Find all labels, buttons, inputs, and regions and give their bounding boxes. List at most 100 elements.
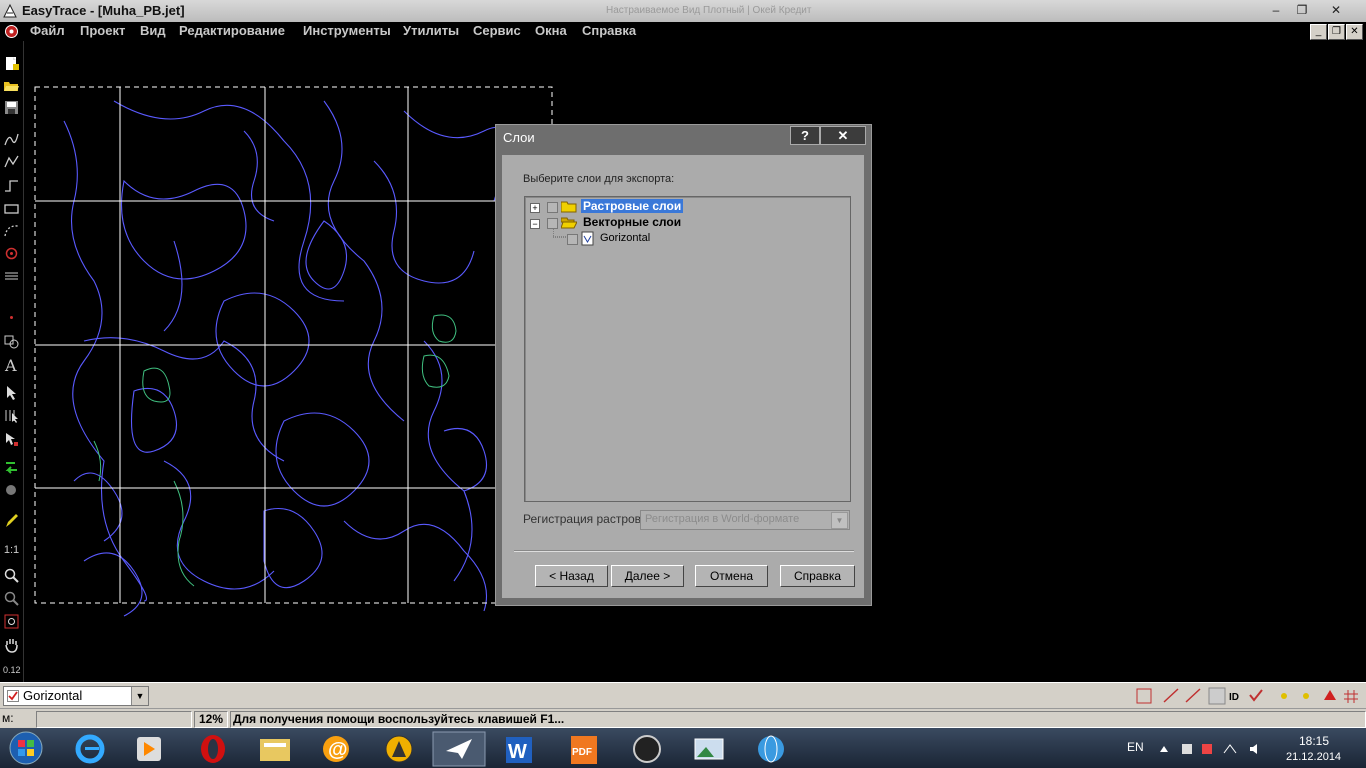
circle-app-icon[interactable]	[620, 731, 674, 767]
tray-time[interactable]: 18:15	[1299, 734, 1329, 748]
minimize-button[interactable]: –	[1263, 1, 1289, 19]
tree-item-raster[interactable]: + Растровые слои	[525, 199, 845, 215]
disabled-tool-icon[interactable]	[3, 482, 20, 499]
media-player-icon[interactable]	[121, 731, 175, 767]
select-arrow-icon[interactable]	[3, 384, 20, 401]
mdi-minimize-button[interactable]: _	[1310, 24, 1327, 40]
dialog-client: Выберите слои для экспорта: + Растровые …	[502, 155, 864, 598]
snap-tools-strip[interactable]: ID	[1134, 686, 1364, 706]
window-titlebar: EasyTrace - [Muha_PB.jet] Настраиваемое …	[0, 0, 1366, 23]
svg-text:W: W	[508, 741, 527, 763]
zoom-out-icon[interactable]	[3, 590, 20, 607]
new-file-icon[interactable]	[3, 55, 20, 72]
dialog-separator	[514, 550, 854, 552]
text-tool-icon[interactable]: A	[3, 356, 20, 373]
chevron-down-icon[interactable]: ▼	[131, 687, 148, 705]
checkbox[interactable]	[547, 202, 558, 213]
opera-icon[interactable]	[186, 731, 240, 767]
dotted-curve-tool-icon[interactable]	[3, 222, 20, 239]
pdf-icon[interactable]: PDF	[557, 731, 611, 767]
chevron-down-icon[interactable]: ▼	[831, 512, 848, 529]
tree-item-label: Векторные слои	[583, 215, 682, 229]
snap-tool-icons: ID	[1136, 687, 1358, 705]
hatch-tool-icon[interactable]	[3, 268, 20, 285]
zoom-icon[interactable]	[3, 567, 20, 584]
close-button[interactable]: ✕	[1323, 1, 1349, 19]
open-folder-icon	[561, 217, 577, 229]
mail-agent-icon[interactable]: @	[309, 731, 363, 767]
expand-toggle[interactable]: +	[530, 203, 540, 213]
undo-arrow-icon[interactable]	[3, 458, 20, 475]
tree-item-label: Gorizontal	[600, 232, 651, 244]
checkbox[interactable]	[567, 234, 578, 245]
menu-tools[interactable]: Инструменты	[303, 23, 391, 38]
current-layer-select[interactable]: Gorizontal ▼	[3, 686, 149, 706]
explorer-folder-icon[interactable]	[248, 731, 302, 767]
pencil-icon[interactable]	[3, 512, 20, 529]
layer-check-icon	[7, 690, 19, 702]
status-field	[36, 711, 192, 728]
cancel-button[interactable]: Отмена	[695, 565, 768, 587]
point-tool-icon[interactable]	[3, 245, 20, 262]
current-layer-name: Gorizontal	[23, 688, 83, 703]
zoom-extents-icon[interactable]	[3, 613, 20, 630]
rectangle-tool-icon[interactable]	[3, 200, 20, 217]
menu-edit[interactable]: Редактирование	[179, 23, 285, 38]
status-hint: Для получения помощи воспользуйтесь клав…	[230, 711, 1366, 728]
open-folder-icon[interactable]	[3, 77, 20, 94]
help-button[interactable]: Справка	[780, 565, 855, 587]
polyline-tool-icon[interactable]	[3, 131, 20, 148]
svg-text:A: A	[4, 356, 17, 373]
menu-project[interactable]: Проект	[80, 23, 125, 38]
tray-icons[interactable]	[1158, 744, 1258, 754]
checkbox[interactable]	[547, 218, 558, 229]
menu-service[interactable]: Сервис	[473, 23, 521, 38]
dialog-help-button[interactable]: ?	[790, 126, 820, 145]
scale-tool[interactable]: 0.12	[3, 665, 21, 682]
collapse-toggle[interactable]: −	[530, 219, 540, 229]
layers-dialog: Слои ? ✕ Выберите слои для экспорта: + Р…	[495, 124, 872, 606]
layer-toolbar: Gorizontal ▼ ID	[0, 682, 1366, 709]
vector-layer-icon	[581, 231, 594, 246]
mdi-close-button[interactable]: ✕	[1346, 24, 1363, 40]
paper-plane-icon[interactable]	[432, 731, 486, 767]
svg-text:@: @	[328, 739, 348, 761]
language-indicator[interactable]: EN	[1127, 740, 1144, 754]
next-button[interactable]: Далее >	[611, 565, 684, 587]
tree-item-label: Растровые слои	[581, 199, 684, 213]
select-node-icon[interactable]	[3, 431, 20, 448]
line-tool-icon[interactable]	[3, 153, 20, 170]
registration-select[interactable]: Регистрация в World-формате ▼	[640, 510, 850, 530]
multi-select-icon[interactable]	[3, 407, 20, 424]
registration-value: Регистрация в World-формате	[645, 513, 800, 525]
menu-file[interactable]: Файл	[30, 23, 65, 38]
transform-tool-icon[interactable]	[3, 333, 20, 350]
left-toolbar: A 1:1 0.12	[0, 41, 24, 682]
tree-item-gorizontal[interactable]: Gorizontal	[525, 231, 845, 247]
menu-view[interactable]: Вид	[140, 23, 166, 38]
word-icon[interactable]: W	[492, 731, 546, 767]
pan-hand-icon[interactable]	[3, 636, 20, 653]
menu-windows[interactable]: Окна	[535, 23, 567, 38]
layers-tree[interactable]: + Растровые слои − Векторные слои Gorizo…	[524, 196, 851, 502]
node-tool-icon[interactable]	[3, 309, 20, 326]
step-line-tool-icon[interactable]	[3, 177, 20, 194]
save-icon[interactable]	[3, 99, 20, 116]
document-icon[interactable]	[4, 24, 19, 39]
menu-utilities[interactable]: Утилиты	[403, 23, 459, 38]
internet-explorer-icon[interactable]	[63, 731, 117, 767]
image-viewer-icon[interactable]	[682, 731, 736, 767]
tree-item-vector[interactable]: − Векторные слои	[525, 215, 845, 231]
svg-text:ID: ID	[1229, 692, 1239, 703]
easytrace-taskbar-icon[interactable]	[372, 731, 426, 767]
start-button-icon[interactable]	[6, 730, 46, 766]
globe-icon[interactable]	[744, 731, 798, 767]
restore-button[interactable]: ❐	[1289, 1, 1315, 19]
back-button[interactable]: < Назад	[535, 565, 608, 587]
tray-date[interactable]: 21.12.2014	[1286, 751, 1341, 763]
menu-help[interactable]: Справка	[582, 23, 636, 38]
registration-label: Регистрация растров:	[523, 512, 645, 526]
dialog-close-button[interactable]: ✕	[820, 126, 866, 145]
zoom-1-1-tool[interactable]: 1:1	[3, 544, 20, 561]
mdi-restore-button[interactable]: ❐	[1328, 24, 1345, 40]
